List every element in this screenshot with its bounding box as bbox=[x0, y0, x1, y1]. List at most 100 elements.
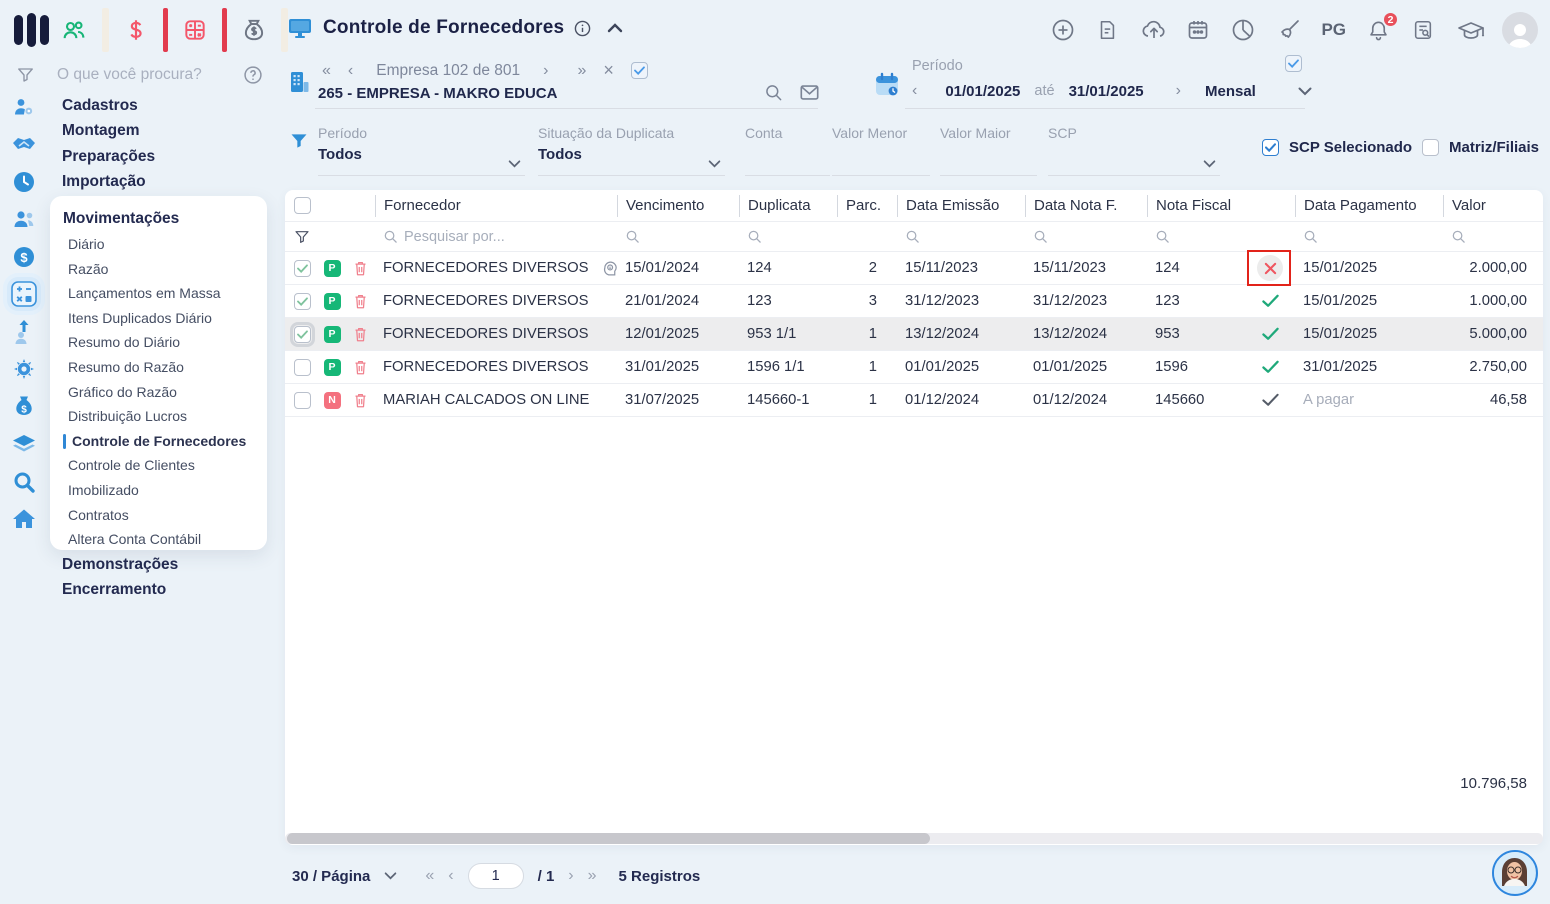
rail-clock-icon[interactable] bbox=[0, 163, 48, 201]
submenu-item-itens-duplicados-diario[interactable]: Itens Duplicados Diário bbox=[63, 306, 267, 331]
filter-valor-maior[interactable]: Valor Maior bbox=[940, 124, 1037, 176]
rail-handshake-icon[interactable] bbox=[0, 126, 48, 164]
sidebar-search[interactable]: O que você procura? bbox=[0, 58, 285, 92]
company-search-icon[interactable] bbox=[764, 83, 783, 102]
rail-calculator-icon-active[interactable] bbox=[0, 276, 48, 314]
submenu-item-controle-de-clientes[interactable]: Controle de Clientes bbox=[63, 453, 267, 478]
graduation-cap-icon[interactable] bbox=[1457, 18, 1485, 42]
document-icon[interactable] bbox=[1096, 18, 1120, 42]
rail-home-icon[interactable] bbox=[0, 501, 48, 539]
add-circle-icon[interactable] bbox=[1051, 18, 1075, 42]
submenu-item-contratos[interactable]: Contratos bbox=[63, 503, 267, 528]
submenu-item-imobilizado[interactable]: Imobilizado bbox=[63, 478, 267, 503]
matriz-filiais-checkbox[interactable]: Matriz/Filiais bbox=[1422, 139, 1539, 156]
table-row-selected[interactable]: P FORNECEDORES DIVERSOS 12/01/2025 953 1… bbox=[285, 318, 1543, 351]
header-duplicata[interactable]: Duplicata bbox=[739, 194, 837, 217]
paid-check-icon[interactable] bbox=[1261, 360, 1279, 374]
filter-scp[interactable]: SCP bbox=[1048, 124, 1220, 176]
select-all-checkbox[interactable] bbox=[293, 197, 311, 214]
moneybag-module-icon[interactable] bbox=[241, 16, 267, 44]
company-checkbox[interactable] bbox=[630, 62, 648, 79]
header-valor[interactable]: Valor bbox=[1443, 194, 1543, 217]
submenu-title[interactable]: Movimentações bbox=[63, 205, 267, 232]
header-data-nota-f[interactable]: Data Nota F. bbox=[1025, 194, 1147, 217]
last-page-button[interactable]: » bbox=[588, 867, 597, 885]
period-start-date[interactable]: 01/01/2025 bbox=[945, 83, 1020, 100]
row-checkbox[interactable] bbox=[293, 358, 311, 376]
delete-row-icon[interactable] bbox=[345, 260, 375, 277]
header-vencimento[interactable]: Vencimento bbox=[617, 194, 739, 217]
scp-selecionado-checkbox[interactable]: SCP Selecionado bbox=[1262, 139, 1412, 156]
header-fornecedor[interactable]: Fornecedor bbox=[375, 194, 617, 217]
submenu-item-resumo-do-diario[interactable]: Resumo do Diário bbox=[63, 330, 267, 355]
rail-gear-icon[interactable] bbox=[0, 351, 48, 389]
first-company-button[interactable]: « bbox=[322, 62, 331, 80]
delete-row-icon[interactable] bbox=[345, 359, 375, 376]
header-parc[interactable]: Parc. bbox=[837, 194, 897, 217]
per-page-chevron-icon[interactable] bbox=[384, 872, 397, 880]
prev-page-button[interactable]: ‹ bbox=[448, 867, 453, 885]
data-emissao-search-icon[interactable] bbox=[897, 229, 1025, 244]
sidebar-item-importacao[interactable]: Importação bbox=[62, 169, 155, 194]
scrollbar-thumb[interactable] bbox=[287, 833, 930, 844]
header-data-emissao[interactable]: Data Emissão bbox=[897, 194, 1025, 217]
nota-fiscal-search-icon[interactable] bbox=[1147, 229, 1245, 244]
next-period-button[interactable]: › bbox=[1176, 82, 1181, 100]
current-page-input[interactable] bbox=[467, 863, 524, 889]
submenu-item-diario[interactable]: Diário bbox=[63, 232, 267, 257]
filters-funnel-icon[interactable] bbox=[289, 131, 309, 151]
paid-check-icon[interactable] bbox=[1261, 327, 1279, 341]
table-row[interactable]: P FORNECEDORES DIVERSOS 31/01/2025 1596 … bbox=[285, 351, 1543, 384]
period-mode-chevron-icon[interactable] bbox=[1298, 87, 1312, 96]
fornecedor-search-input[interactable] bbox=[404, 228, 554, 245]
app-logo[interactable] bbox=[14, 13, 49, 47]
horizontal-scrollbar[interactable] bbox=[285, 833, 1543, 844]
collapse-chevron-up-icon[interactable] bbox=[607, 23, 623, 33]
row-checkbox[interactable] bbox=[293, 391, 311, 409]
next-page-button[interactable]: › bbox=[568, 867, 573, 885]
submenu-item-distribuicao-lucros[interactable]: Distribuição Lucros bbox=[63, 404, 267, 429]
period-checkbox[interactable] bbox=[1285, 55, 1302, 72]
filter-conta[interactable]: Conta bbox=[745, 124, 830, 176]
row-checkbox[interactable] bbox=[289, 321, 315, 347]
filter-periodo-value[interactable]: Todos bbox=[318, 142, 525, 168]
sidebar-item-encerramento[interactable]: Encerramento bbox=[62, 577, 178, 602]
header-data-pagamento[interactable]: Data Pagamento bbox=[1295, 194, 1443, 217]
filter-situacao-value[interactable]: Todos bbox=[538, 142, 725, 168]
sidebar-item-montagem[interactable]: Montagem bbox=[62, 118, 155, 143]
sidebar-item-demonstracoes[interactable]: Demonstrações bbox=[62, 552, 178, 577]
valor-search-icon[interactable] bbox=[1443, 229, 1543, 244]
submenu-item-altera-conta-contabil[interactable]: Altera Conta Contábil bbox=[63, 527, 267, 552]
rail-moneybag-icon[interactable]: $ bbox=[0, 388, 48, 426]
user-avatar[interactable] bbox=[1502, 12, 1538, 48]
pie-chart-icon[interactable] bbox=[1231, 18, 1255, 42]
document-search-icon[interactable] bbox=[1412, 18, 1436, 42]
chevron-down-icon[interactable] bbox=[1203, 160, 1216, 168]
pg-button[interactable]: PG bbox=[1321, 20, 1346, 40]
rail-layers-icon[interactable] bbox=[0, 426, 48, 464]
header-nota-fiscal[interactable]: Nota Fiscal bbox=[1147, 194, 1245, 217]
fornecedor-search-field[interactable] bbox=[375, 228, 617, 245]
calendar-icon[interactable] bbox=[1186, 18, 1210, 42]
period-end-date[interactable]: 31/01/2025 bbox=[1069, 83, 1144, 100]
table-row[interactable]: N MARIAH CALCADOS ON LINE 31/07/2025 145… bbox=[285, 384, 1543, 417]
filter-situacao[interactable]: Situação da Duplicata Todos bbox=[538, 124, 725, 176]
submenu-item-razao[interactable]: Razão bbox=[63, 257, 267, 282]
info-icon[interactable] bbox=[574, 20, 591, 37]
next-company-button[interactable]: › bbox=[543, 62, 548, 80]
support-chat-avatar[interactable] bbox=[1492, 850, 1538, 896]
sidebar-search-placeholder[interactable]: O que você procura? bbox=[57, 66, 202, 84]
prev-period-button[interactable]: ‹ bbox=[912, 82, 917, 100]
paid-check-icon[interactable] bbox=[1261, 294, 1279, 308]
company-name[interactable]: 265 - EMPRESA - MAKRO EDUCA bbox=[318, 85, 557, 102]
company-mail-icon[interactable] bbox=[799, 83, 820, 102]
duplicata-search-icon[interactable] bbox=[739, 229, 837, 244]
data-nota-f-search-icon[interactable] bbox=[1025, 229, 1147, 244]
row-checkbox[interactable] bbox=[293, 292, 311, 310]
delete-row-icon[interactable] bbox=[345, 392, 375, 409]
filter-valor-menor[interactable]: Valor Menor bbox=[832, 124, 930, 176]
table-row[interactable]: P FORNECEDORES DIVERSOS 21/01/2024 123 3… bbox=[285, 285, 1543, 318]
period-mode-select[interactable]: Mensal bbox=[1205, 83, 1256, 100]
first-page-button[interactable]: « bbox=[425, 867, 434, 885]
broom-icon[interactable] bbox=[1276, 18, 1300, 42]
